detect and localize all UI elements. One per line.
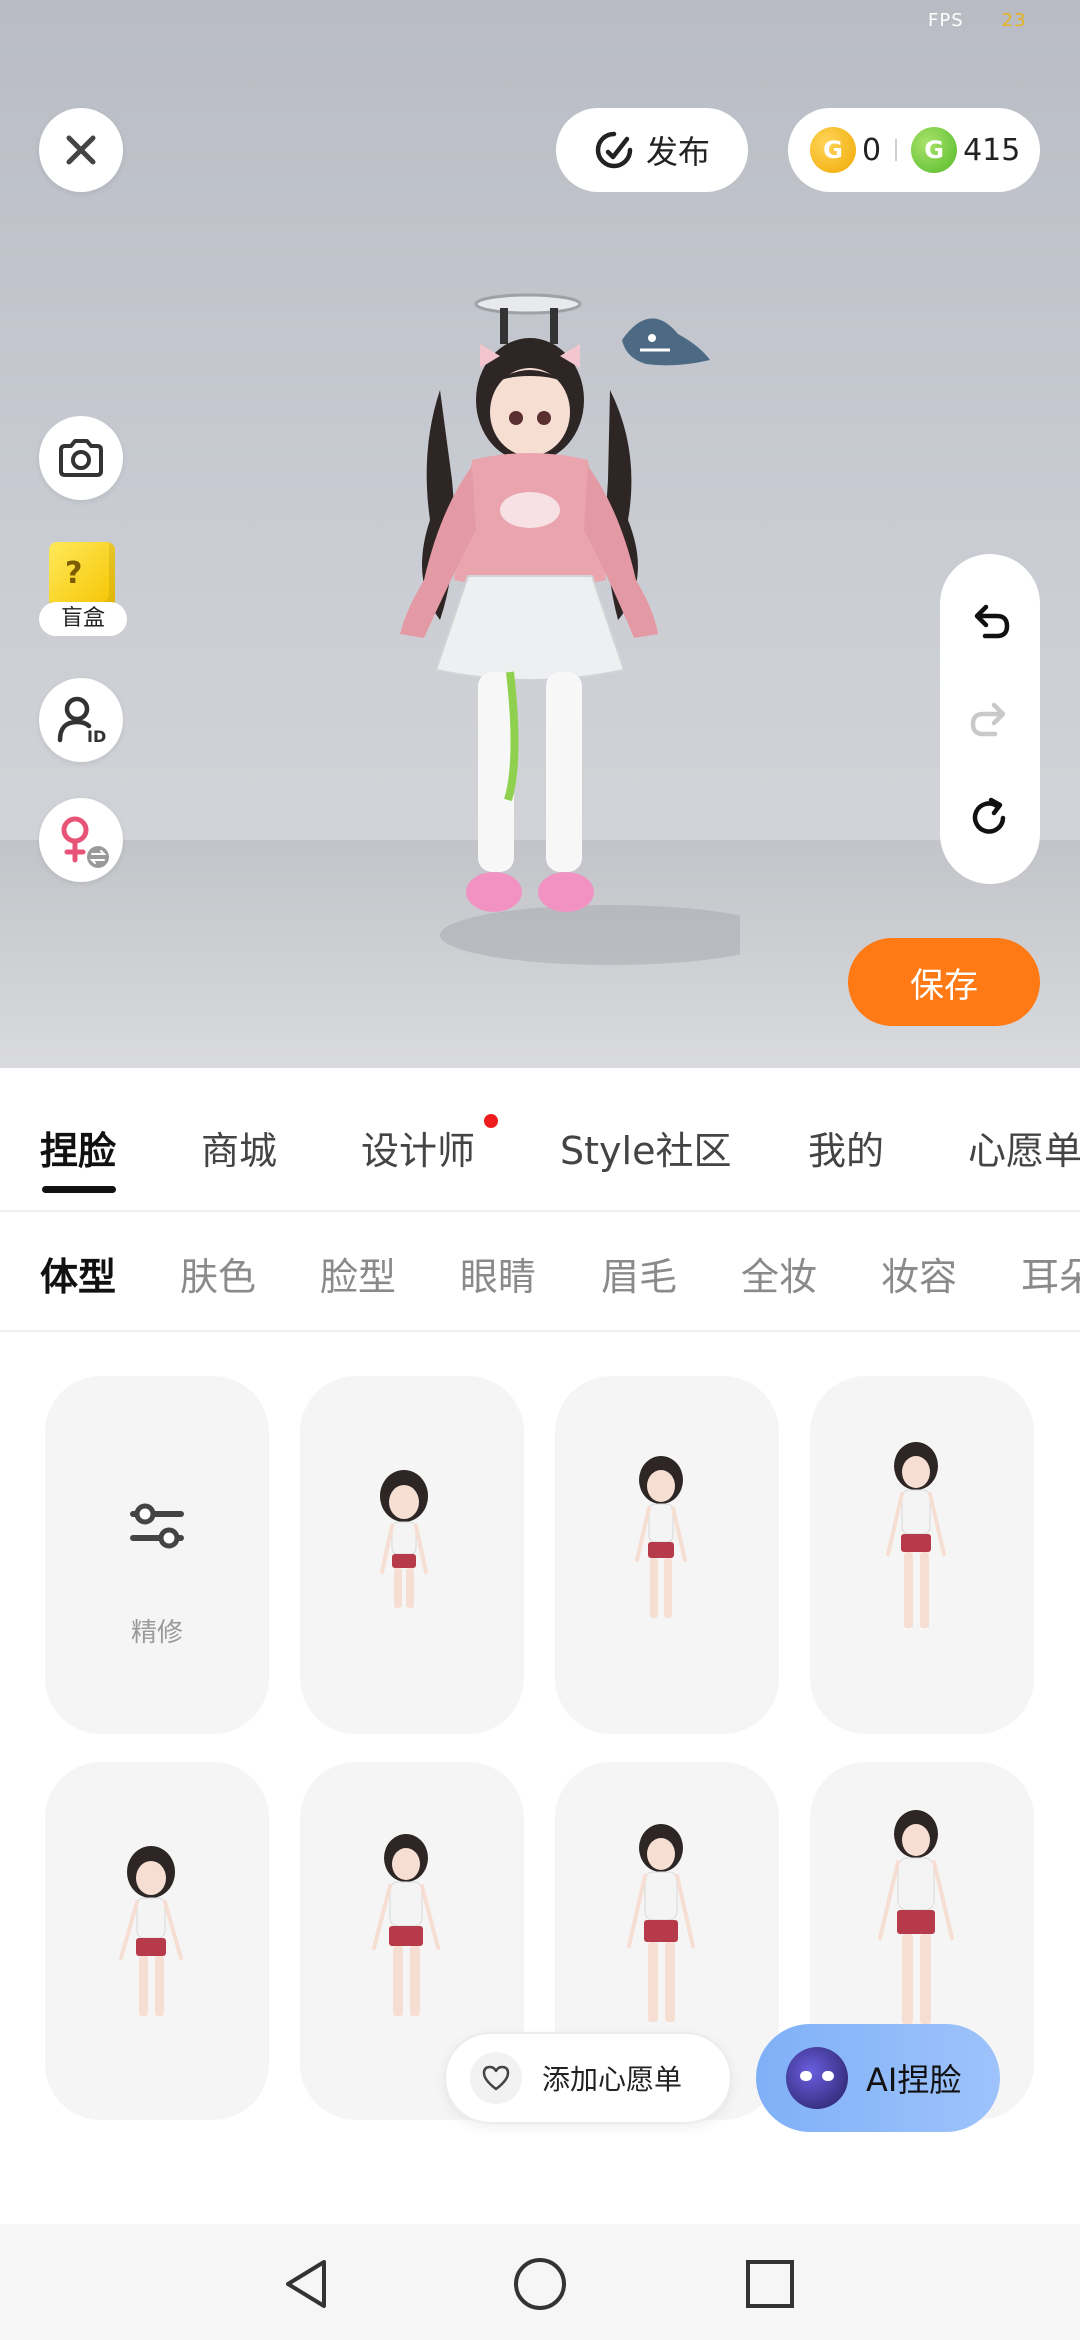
green-coin-icon: G — [911, 127, 958, 173]
refine-cell[interactable]: 精修 — [45, 1376, 269, 1734]
refine-label: 精修 — [130, 1618, 183, 1648]
category-eyes[interactable]: 眼睛 — [460, 1246, 536, 1301]
fps-counter: FPS 23 — [928, 10, 1027, 31]
category-eyebrows[interactable]: 眉毛 — [601, 1246, 677, 1301]
avatar-id-button[interactable]: ID — [39, 678, 123, 762]
body-type-preview — [119, 1846, 183, 2016]
fps-label: FPS — [928, 10, 964, 31]
avatar-model[interactable] — [360, 280, 740, 1020]
designer-notification-dot — [484, 1114, 498, 1128]
wishlist-label: 添加心愿单 — [542, 2063, 683, 2096]
tab-wishlist[interactable]: 心愿单 — [968, 1120, 1080, 1175]
tab-style-community[interactable]: Style社区 — [560, 1120, 731, 1175]
currency-divider — [895, 139, 898, 161]
female-gender-icon — [61, 816, 109, 868]
body-type-option[interactable] — [810, 1376, 1034, 1734]
green-amount: 415 — [963, 132, 1021, 168]
body-type-preview — [886, 1442, 946, 1628]
save-button[interactable]: 保存 — [848, 938, 1040, 1026]
ai-face-label: AI捏脸 — [866, 2061, 962, 2099]
tab-face[interactable]: 捏脸 — [40, 1120, 116, 1175]
category-face-shape[interactable]: 脸型 — [320, 1246, 396, 1301]
body-type-option[interactable] — [555, 1376, 779, 1734]
ai-face-button[interactable]: AI捏脸 — [756, 2024, 1000, 2132]
close-icon — [66, 135, 96, 165]
publish-label: 发布 — [645, 133, 710, 171]
ai-robot-icon — [786, 2047, 848, 2109]
body-type-option[interactable] — [45, 1762, 269, 2120]
publish-button[interactable]: 发布 — [556, 108, 748, 192]
gender-switch-button[interactable] — [39, 798, 123, 882]
category-ears[interactable]: 耳朵 — [1021, 1246, 1080, 1301]
blind-box-button[interactable]: ? 盲盒 — [39, 542, 127, 642]
category-full-makeup[interactable]: 全妆 — [741, 1246, 817, 1301]
blind-box-label: 盲盒 — [39, 602, 127, 636]
tab-store[interactable]: 商城 — [201, 1120, 277, 1175]
user-id-icon: ID — [57, 696, 106, 746]
home-nav-icon[interactable] — [510, 2254, 570, 2314]
close-button[interactable] — [39, 108, 123, 192]
blind-box-icon: ? — [49, 542, 115, 608]
camera-icon — [59, 439, 103, 477]
category-skin-color[interactable]: 肤色 — [180, 1246, 256, 1301]
body-type-preview — [635, 1456, 687, 1618]
category-tab-bar: 体型 肤色 脸型 眼睛 眉毛 全妆 妆容 耳朵 — [0, 1212, 1080, 1332]
system-nav-bar — [0, 2224, 1080, 2340]
main-tab-bar: 捏脸 商城 设计师 Style社区 我的 心愿单 — [0, 1068, 1080, 1212]
redo-icon[interactable] — [967, 696, 1013, 742]
svg-text:ID: ID — [87, 727, 106, 746]
avatar-viewport[interactable]: FPS 23 发布 G 0 G 415 ? 盲盒 ID 保存 — [0, 0, 1080, 1068]
back-nav-icon[interactable] — [278, 2254, 338, 2314]
tab-designer[interactable]: 设计师 — [361, 1120, 475, 1175]
fps-value: 23 — [1001, 10, 1027, 31]
gold-coin-icon: G — [810, 127, 856, 173]
body-type-option[interactable] — [300, 1376, 524, 1734]
category-makeup[interactable]: 妆容 — [881, 1246, 957, 1301]
add-to-wishlist-button[interactable]: 添加心愿单 — [444, 2032, 732, 2124]
tab-mine[interactable]: 我的 — [808, 1120, 884, 1175]
undo-icon[interactable] — [967, 598, 1013, 644]
heart-icon — [470, 2052, 522, 2104]
camera-button[interactable] — [39, 416, 123, 500]
category-body-type[interactable]: 体型 — [40, 1246, 116, 1301]
active-tab-indicator — [42, 1186, 116, 1193]
publish-icon — [595, 131, 633, 169]
refine-sliders-icon — [130, 1503, 184, 1549]
reset-icon[interactable] — [967, 794, 1013, 840]
edit-history-panel — [940, 554, 1040, 884]
recents-nav-icon[interactable] — [740, 2254, 800, 2314]
currency-display[interactable]: G 0 G 415 — [788, 108, 1040, 192]
gold-amount: 0 — [862, 132, 882, 168]
body-type-preview — [380, 1470, 428, 1608]
app-root: FPS 23 发布 G 0 G 415 ? 盲盒 ID 保存 捏脸 商城 设计师… — [0, 0, 1080, 2340]
